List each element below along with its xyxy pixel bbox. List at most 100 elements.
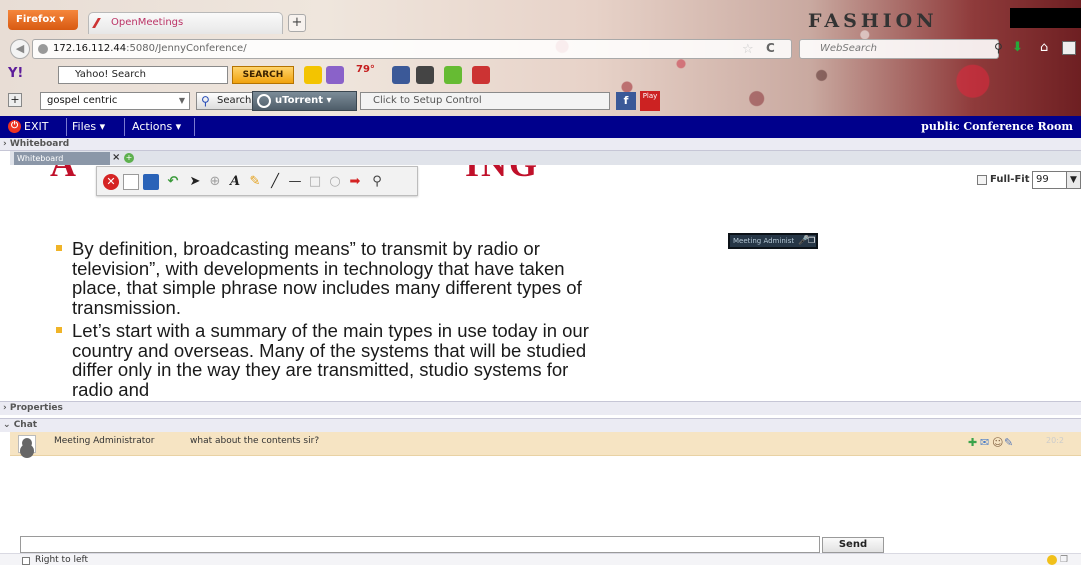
- room-title: public Conference Room: [921, 120, 1073, 133]
- reload-icon[interactable]: C: [766, 41, 775, 55]
- chat-panel-header[interactable]: ⌄ Chat: [0, 418, 1081, 432]
- chevron-down-icon[interactable]: ▼: [1066, 171, 1081, 189]
- list-item: By definition, broadcasting means” to tr…: [52, 239, 592, 317]
- search-toolbar: + gospel centric ▼ ⚲ Search uTorrent ▾ C…: [4, 90, 1077, 112]
- edit-icon[interactable]: ✎: [1004, 436, 1016, 449]
- web-search-placeholder: WebSearch: [820, 43, 877, 54]
- chat-input[interactable]: [20, 536, 820, 553]
- close-icon[interactable]: ×: [112, 152, 120, 164]
- chat-header-label: Chat: [13, 420, 38, 430]
- actions-menu[interactable]: Actions ▾: [132, 119, 181, 135]
- rtl-checkbox[interactable]: [22, 557, 30, 565]
- yahoo-mail-icon[interactable]: [326, 66, 344, 84]
- delete-icon[interactable]: ✕: [103, 174, 119, 190]
- chat-text: what about the contents sir?: [190, 436, 320, 446]
- tab-whiteboard[interactable]: Whiteboard: [14, 152, 110, 165]
- app-menubar: ⏻ EXIT Files ▾ Actions ▾ public Conferen…: [0, 116, 1081, 138]
- send-button[interactable]: Send: [822, 537, 884, 553]
- pen-icon[interactable]: ✎: [247, 174, 263, 190]
- add-icon[interactable]: ✚: [968, 436, 980, 449]
- openmeetings-favicon-icon: [92, 18, 108, 28]
- zoom-input[interactable]: 99: [1032, 171, 1068, 189]
- emoticon-icon[interactable]: [1047, 555, 1057, 565]
- whiteboard-toolbar: ✕ ↶ ➤ ⊕ A ✎ ╱ — □ ○ ➡ ⚲: [96, 166, 418, 196]
- download-icon[interactable]: ⬇: [1012, 40, 1023, 55]
- utorrent-button[interactable]: uTorrent ▾: [252, 91, 357, 111]
- yahoo-search-input[interactable]: Yahoo! Search: [58, 66, 228, 84]
- browser-chrome: Firefox ▾ OpenMeetings + FASHION ◀ 172.1…: [0, 0, 1081, 116]
- clipart-icon[interactable]: ⚲: [369, 174, 385, 190]
- video-pod[interactable]: Meeting Administ 🎤 ❐: [728, 233, 818, 249]
- toolbar-search-button-label: Search: [217, 95, 252, 106]
- zoom-icon[interactable]: ⊕: [207, 174, 223, 190]
- arrow-icon[interactable]: ➡: [347, 174, 363, 190]
- user-icon[interactable]: ☺: [992, 436, 1004, 449]
- line-icon[interactable]: ╱: [267, 174, 283, 190]
- url-host: 172.16.112.44: [53, 43, 127, 54]
- yahoo-search-button[interactable]: SEARCH: [232, 66, 294, 84]
- rectangle-icon[interactable]: □: [307, 174, 323, 190]
- new-tab-button[interactable]: +: [288, 14, 306, 32]
- new-page-icon[interactable]: [123, 174, 139, 190]
- home-icon[interactable]: ⌂: [1040, 40, 1048, 55]
- exit-icon: ⏻: [8, 120, 21, 133]
- fullfit-checkbox[interactable]: [977, 175, 987, 185]
- redacted-block: [1010, 8, 1081, 28]
- search-icon[interactable]: ⚲: [994, 41, 1003, 55]
- window-icon[interactable]: ❐: [808, 235, 815, 247]
- save-icon[interactable]: [143, 174, 159, 190]
- chat-footer: Right to left ❐: [0, 553, 1081, 565]
- utorrent-label: uTorrent: [275, 95, 324, 106]
- firefox-menu-button[interactable]: Firefox ▾: [8, 10, 78, 30]
- whiteboard-header-label: Whiteboard: [9, 139, 70, 149]
- exit-button[interactable]: ⏻ EXIT: [8, 119, 48, 135]
- yahoo-smiley-icon[interactable]: [304, 66, 322, 84]
- social-buttons: f Play: [616, 91, 696, 111]
- facebook-icon[interactable]: f: [616, 92, 636, 110]
- pointer-icon[interactable]: ➤: [187, 174, 203, 190]
- whiteboard-panel-header[interactable]: › Whiteboard: [0, 138, 1081, 151]
- files-menu[interactable]: Files ▾: [72, 119, 105, 135]
- text-icon[interactable]: A: [227, 174, 243, 190]
- chat-actions: ✚ ✉ ☺✎: [968, 436, 1016, 449]
- back-button[interactable]: ◀: [10, 39, 30, 59]
- url-bar[interactable]: 172.16.112.44:5080/JennyConference/: [32, 39, 792, 59]
- flickr-icon[interactable]: [416, 66, 434, 84]
- facebook-icon[interactable]: [392, 66, 410, 84]
- play-icon[interactable]: Play: [640, 91, 660, 111]
- web-search-input[interactable]: WebSearch: [799, 39, 999, 59]
- setup-control-field[interactable]: Click to Setup Control: [360, 92, 610, 110]
- url-path: :5080/JennyConference/: [126, 43, 247, 54]
- theme-fashion-title: FASHION: [808, 10, 938, 32]
- menu-divider: [124, 118, 125, 136]
- whiteboard-canvas[interactable]: A ING ✕ ↶ ➤ ⊕ A ✎ ╱ — □ ○ ➡ ⚲ Full-Fit 9…: [10, 165, 1081, 397]
- exit-label: EXIT: [24, 120, 49, 133]
- chat-timestamp: 20:2: [1046, 436, 1064, 445]
- slide-bullet-list: By definition, broadcasting means” to tr…: [52, 239, 592, 397]
- news-icon[interactable]: [444, 66, 462, 84]
- ellipse-icon[interactable]: ○: [327, 174, 343, 190]
- message-icon[interactable]: ✉: [980, 436, 992, 449]
- tab-openmeetings[interactable]: OpenMeetings: [88, 12, 283, 34]
- yahoo-logo-icon[interactable]: Y!: [8, 66, 23, 81]
- tab-bar: Firefox ▾ OpenMeetings + FASHION: [0, 0, 1081, 36]
- menu-divider: [194, 118, 195, 136]
- toolbar-add-icon[interactable]: +: [8, 93, 22, 107]
- add-whiteboard-icon[interactable]: +: [124, 153, 134, 163]
- properties-header-label: Properties: [9, 403, 63, 413]
- chat-message-list: Meeting Administrator what about the con…: [10, 432, 1081, 536]
- toolbar-search-value: gospel centric: [47, 95, 118, 106]
- chevron-down-icon[interactable]: ▼: [179, 93, 185, 109]
- bookmark-star-icon[interactable]: ☆: [742, 42, 754, 57]
- bookmarks-icon[interactable]: [1062, 41, 1076, 55]
- undo-icon[interactable]: ↶: [165, 174, 181, 190]
- footer-tools-icon[interactable]: ❐: [1060, 555, 1068, 565]
- properties-panel-header[interactable]: › Properties: [0, 401, 1081, 415]
- video-icon[interactable]: [472, 66, 490, 84]
- site-identity-icon: [38, 44, 48, 54]
- menu-divider: [66, 118, 67, 136]
- underline-icon[interactable]: —: [287, 174, 303, 190]
- weather-icon[interactable]: 79°: [356, 64, 386, 82]
- toolbar-search-input[interactable]: gospel centric ▼: [40, 92, 190, 110]
- avatar[interactable]: [18, 435, 36, 453]
